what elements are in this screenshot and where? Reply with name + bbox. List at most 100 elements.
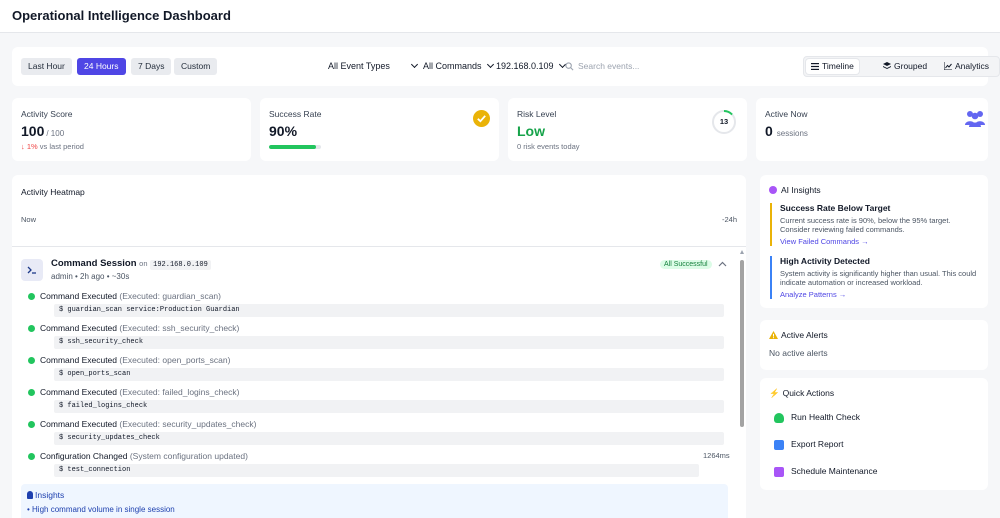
success-dot-icon — [28, 324, 35, 332]
export-file-icon — [774, 439, 784, 450]
check-circle-icon — [473, 110, 490, 127]
insights-header: Insights — [27, 490, 64, 500]
active-now-label: Active Now — [765, 109, 808, 119]
event-title: Command Executed — [40, 291, 118, 301]
success-dot-icon — [28, 452, 35, 460]
chart-line-icon — [943, 62, 952, 71]
view-toggle: Timeline Grouped Analytics — [803, 56, 1000, 77]
commands-select[interactable]: All Commands — [423, 60, 494, 71]
activity-score-change: ↓ 1% vs last period — [21, 142, 84, 151]
event-row[interactable]: Configuration Changed (System configurat… — [28, 451, 248, 461]
event-row[interactable]: Command Executed (Executed: failed_login… — [28, 387, 240, 397]
success-rate-label: Success Rate — [269, 109, 322, 119]
lightbulb-icon — [27, 491, 33, 499]
brain-icon — [769, 186, 777, 194]
activity-score-value: 100/ 100 — [21, 123, 64, 139]
analyze-patterns-link[interactable]: Analyze Patterns → — [780, 290, 978, 299]
quick-action-label: Schedule Maintenance — [791, 466, 878, 476]
event-detail: (Executed: failed_logins_check) — [119, 387, 240, 397]
event-row[interactable]: Command Executed (Executed: open_ports_s… — [28, 355, 230, 365]
list-icon — [811, 62, 819, 70]
scrollbar[interactable] — [738, 247, 746, 518]
success-dot-icon — [28, 388, 35, 396]
session-panel: Command Session on 192.168.0.109 admin •… — [12, 246, 746, 518]
success-dot-icon — [28, 292, 35, 300]
activity-score-card: Activity Score 100/ 100 ↓ 1% vs last per… — [12, 98, 251, 161]
success-dot-icon — [28, 420, 35, 428]
insights-box: Insights • High command volume in single… — [21, 484, 728, 518]
range-custom-button[interactable]: Custom — [174, 58, 218, 75]
event-row[interactable]: Command Executed (Executed: security_upd… — [28, 419, 257, 429]
chevron-down-icon — [486, 60, 494, 69]
ai-insight-card: High Activity Detected System activity i… — [770, 256, 978, 299]
view-analytics-button[interactable]: Analytics — [939, 59, 994, 74]
event-type-value: All Event Types — [328, 61, 390, 71]
event-title: Command Executed — [40, 355, 118, 365]
run-health-check-button[interactable]: Run Health Check — [774, 412, 860, 423]
active-alerts-title: Active Alerts — [781, 330, 828, 340]
calendar-icon — [774, 466, 784, 477]
insight-item: • High command volume in single session — [27, 505, 175, 514]
event-detail: (Executed: guardian_scan) — [119, 291, 221, 301]
event-title: Command Executed — [40, 419, 118, 429]
range-last-hour-button[interactable]: Last Hour — [21, 58, 72, 75]
event-title: Configuration Changed — [40, 451, 128, 461]
host-value: 192.168.0.109 — [496, 61, 554, 71]
range-24-hours-button[interactable]: 24 Hours — [77, 58, 126, 75]
scrollbar-thumb[interactable] — [740, 260, 744, 427]
success-dot-icon — [28, 356, 35, 364]
commands-value: All Commands — [423, 61, 482, 71]
active-alerts-panel: Active Alerts No active alerts — [760, 320, 988, 370]
risk-level-sub: 0 risk events today — [517, 142, 580, 151]
view-failed-commands-link[interactable]: View Failed Commands → — [780, 237, 978, 246]
success-rate-value: 90% — [269, 123, 298, 139]
active-now-unit: sessions — [776, 129, 808, 138]
success-rate-progress-fill — [269, 145, 316, 149]
app-title: Operational Intelligence Dashboard — [12, 8, 231, 23]
risk-level-value: Low — [517, 123, 545, 139]
search-input[interactable] — [578, 61, 683, 71]
ai-insights-panel: AI Insights Success Rate Below Target Cu… — [760, 175, 988, 308]
chevron-down-icon — [411, 60, 419, 69]
ai-insights-header: AI Insights — [769, 185, 821, 195]
range-7-days-button[interactable]: 7 Days — [131, 58, 172, 75]
quick-action-label: Run Health Check — [791, 412, 860, 422]
activity-score-label: Activity Score — [21, 109, 73, 119]
arrow-down-icon: ↓ — [21, 142, 25, 151]
active-now-number: 0 — [765, 123, 773, 139]
quick-actions-header: ⚡ Quick Actions — [769, 388, 834, 399]
view-grouped-button[interactable]: Grouped — [878, 59, 932, 74]
event-row[interactable]: Command Executed (Executed: guardian_sca… — [28, 291, 221, 301]
users-icon — [965, 111, 985, 127]
warning-icon — [769, 331, 778, 339]
event-code: $ test_connection — [54, 464, 699, 477]
success-rate-card: Success Rate 90% — [260, 98, 499, 161]
event-type-select[interactable]: All Event Types — [328, 60, 419, 71]
ai-insights-title: AI Insights — [781, 185, 821, 195]
heatmap-start-label: Now — [21, 215, 37, 224]
ai-insight-body: Current success rate is 90%, below the 9… — [780, 216, 951, 234]
event-code: $ ssh_security_check — [54, 336, 724, 349]
ai-insight-title: High Activity Detected — [780, 256, 870, 266]
ai-insight-title: Success Rate Below Target — [780, 203, 891, 213]
event-detail: (Executed: ssh_security_check) — [119, 323, 240, 333]
event-detail: (System configuration updated) — [129, 451, 248, 461]
event-code: $ open_ports_scan — [54, 368, 724, 381]
risk-level-label: Risk Level — [517, 109, 557, 119]
event-row[interactable]: Command Executed (Executed: ssh_security… — [28, 323, 240, 333]
risk-ring: 13 — [711, 109, 737, 135]
top-bar: Operational Intelligence Dashboard — [0, 0, 1000, 33]
export-report-button[interactable]: Export Report — [774, 439, 843, 450]
risk-ring-value: 13 — [719, 117, 729, 126]
event-code: $ failed_logins_check — [54, 400, 724, 413]
risk-level-card: Risk Level Low 0 risk events today 13 — [508, 98, 747, 161]
schedule-maintenance-button[interactable]: Schedule Maintenance — [774, 466, 877, 477]
ai-insight-body: System activity is significantly higher … — [780, 269, 977, 287]
host-select[interactable]: 192.168.0.109 — [496, 60, 566, 71]
scroll-up-arrow-icon[interactable] — [739, 250, 744, 254]
event-detail: (Executed: security_updates_check) — [119, 419, 257, 429]
heatmap-end-label: -24h — [721, 215, 737, 224]
event-duration: 1264ms — [703, 451, 730, 460]
search-box — [565, 60, 695, 74]
view-timeline-button[interactable]: Timeline — [806, 59, 859, 74]
